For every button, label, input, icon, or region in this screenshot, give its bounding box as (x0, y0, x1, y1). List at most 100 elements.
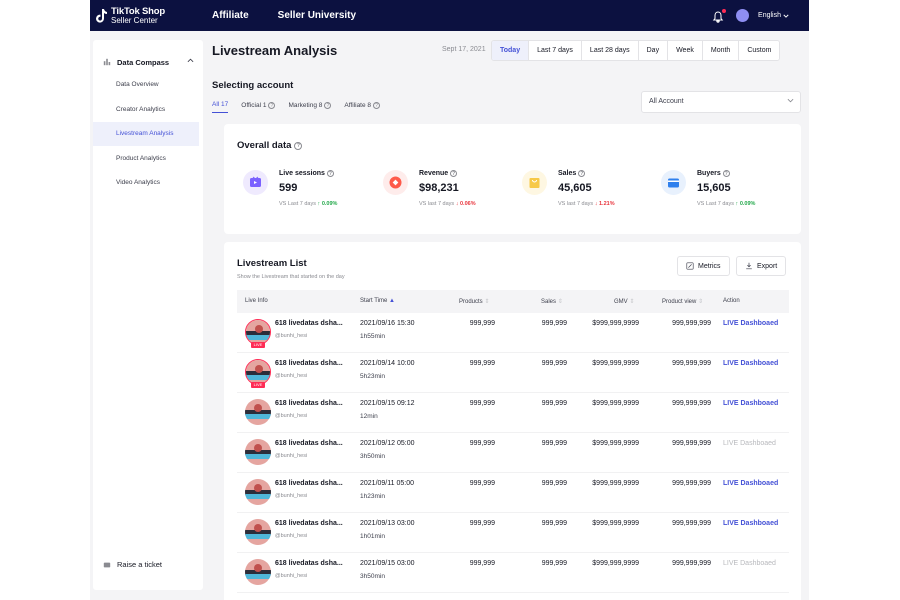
raise-ticket-label: Raise a ticket (117, 560, 163, 569)
ticket-icon (103, 562, 111, 567)
live-title[interactable]: 618 livedatas dsha... (275, 400, 343, 407)
products-value: 999,999 (469, 360, 495, 367)
table-row: 618 livedatas dsha... @bunhi_hesi 2021/09/… (237, 433, 789, 473)
live-dashboard-link[interactable]: LIVE Dashboaed (723, 560, 776, 567)
sort-icon[interactable]: ⇕ (698, 299, 703, 305)
nav-affiliate[interactable]: Affiliate (212, 10, 249, 21)
edit-icon (686, 262, 694, 270)
gmv-value: $999,999,9999 (592, 360, 639, 367)
col-sales[interactable]: Sales ⇕ (541, 298, 563, 305)
tab-label: Official 1 (241, 101, 267, 109)
range-last-28-days-button[interactable]: Last 28 days (581, 41, 639, 60)
tab-all[interactable]: All 17 (212, 101, 229, 113)
notification-bell-icon[interactable] (712, 8, 727, 23)
live-badge: LIVE (251, 382, 265, 388)
sort-icon[interactable]: ⇕ (484, 299, 489, 305)
metric-label: Revenue? (419, 170, 458, 177)
live-title[interactable]: 618 livedatas dsha... (275, 560, 343, 567)
sort-asc-icon[interactable]: ▲ (389, 298, 395, 304)
live-title[interactable]: 618 livedatas dsha... (275, 440, 343, 447)
range-last-7-days-button[interactable]: Last 7 days (529, 41, 582, 60)
tab-official[interactable]: Official 1? (241, 101, 276, 113)
trend-down-icon: ↓ (594, 201, 598, 207)
tab-affiliate[interactable]: Affiliate 8? (344, 101, 381, 113)
tab-label: All 17 (212, 101, 229, 108)
sidebar-group-data-compass[interactable]: Data Compass (103, 55, 198, 69)
live-dashboard-link[interactable]: LIVE Dashboaed (723, 320, 778, 327)
range-day-button[interactable]: Day (638, 41, 669, 60)
live-dashboard-link[interactable]: LIVE Dashboaed (723, 360, 778, 367)
col-product-view[interactable]: Product view ⇕ (662, 298, 703, 305)
live-dashboard-link[interactable]: LIVE Dashboaed (723, 480, 778, 487)
live-dashboard-link[interactable]: LIVE Dashboaed (723, 520, 778, 527)
col-gmv[interactable]: GMV ⇕ (614, 298, 634, 305)
selecting-account-title: Selecting account (212, 80, 294, 91)
live-cover-avatar[interactable] (245, 439, 271, 465)
col-products[interactable]: Products ⇕ (459, 298, 489, 305)
help-icon[interactable]: ? (373, 101, 381, 109)
overall-data-title: Overall data ? (237, 140, 303, 151)
live-title[interactable]: 618 livedatas dsha... (275, 320, 343, 327)
sidebar-item-product-analytics[interactable]: Product Analytics (93, 147, 199, 171)
export-button[interactable]: Export (736, 256, 787, 276)
raise-ticket-link[interactable]: Raise a ticket (103, 560, 162, 569)
sidebar-item-data-overview[interactable]: Data Overview (93, 73, 199, 97)
live-dashboard-link[interactable]: LIVE Dashboaed (723, 400, 778, 407)
sort-icon[interactable]: ⇕ (558, 299, 563, 305)
metric-label: Live sessions? (279, 170, 334, 177)
metrics-button[interactable]: Metrics (677, 256, 730, 276)
col-product-view-label: Product view (662, 299, 697, 305)
live-cover-avatar[interactable] (245, 559, 271, 585)
sales-value: 999,999 (541, 360, 567, 367)
gmv-value: $999,999,9999 (592, 480, 639, 487)
gmv-value: $999,999,9999 (592, 440, 639, 447)
account-select-value: All Account (649, 98, 684, 105)
range-month-button[interactable]: Month (702, 41, 740, 60)
revenue-icon (383, 170, 408, 195)
sidebar-item-creator-analytics[interactable]: Creator Analytics (93, 98, 199, 122)
start-time: 2021/09/14 10:00 (360, 360, 415, 367)
metric-live-sessions: Live sessions? 599 VS Last 7 days ↑ 0.09… (234, 170, 374, 220)
products-value: 999,999 (469, 480, 495, 487)
help-icon[interactable]: ? (450, 170, 458, 177)
sidebar: Data Compass Data Overview Creator Analy… (93, 40, 203, 590)
sort-icon[interactable]: ⇕ (629, 299, 634, 305)
col-start-time[interactable]: Start Time ▲ (360, 298, 395, 304)
sales-value: 999,999 (541, 520, 567, 527)
live-title[interactable]: 618 livedatas dsha... (275, 520, 343, 527)
table-row: 618 livedatas dsha... @bunhi_hesi 2021/09/… (237, 513, 789, 553)
creator-handle: @bunhi_hesi (275, 453, 308, 459)
products-value: 999,999 (469, 560, 495, 567)
metric-label-text: Sales (558, 170, 577, 177)
tv-icon (243, 170, 268, 195)
range-today-button[interactable]: Today (492, 41, 530, 60)
change-value: 1.21% (598, 201, 615, 207)
help-icon[interactable]: ? (324, 101, 332, 109)
nav-seller-university[interactable]: Seller University (278, 10, 356, 21)
live-cover-avatar[interactable] (245, 479, 271, 505)
page-title: Livestream Analysis (212, 43, 338, 58)
tab-marketing[interactable]: Marketing 8? (288, 101, 332, 113)
tab-label: Marketing 8 (288, 101, 323, 109)
products-value: 999,999 (469, 440, 495, 447)
account-select[interactable]: All Account (641, 91, 801, 113)
live-title[interactable]: 618 livedatas dsha... (275, 360, 343, 367)
live-cover-avatar[interactable] (245, 519, 271, 545)
user-avatar[interactable] (736, 9, 750, 22)
range-custom-button[interactable]: Custom (739, 41, 780, 60)
sidebar-item-livestream-analysis[interactable]: Livestream Analysis (93, 122, 199, 146)
help-icon[interactable]: ? (578, 170, 586, 177)
help-icon[interactable]: ? (326, 170, 334, 177)
language-selector[interactable]: English (758, 12, 789, 19)
sidebar-item-video-analytics[interactable]: Video Analytics (93, 171, 199, 195)
live-dashboard-link[interactable]: LIVE Dashboaed (723, 440, 776, 447)
chevron-down-icon (783, 14, 789, 18)
range-week-button[interactable]: Week (668, 41, 703, 60)
help-icon[interactable]: ? (294, 141, 303, 150)
help-icon[interactable]: ? (268, 101, 276, 109)
live-cover-avatar[interactable] (245, 399, 271, 425)
help-icon[interactable]: ? (722, 170, 730, 177)
creator-handle: @bunhi_hesi (275, 493, 308, 499)
tiktok-shop-logo[interactable]: TikTok Shop Seller Center (95, 6, 185, 25)
live-title[interactable]: 618 livedatas dsha... (275, 480, 343, 487)
